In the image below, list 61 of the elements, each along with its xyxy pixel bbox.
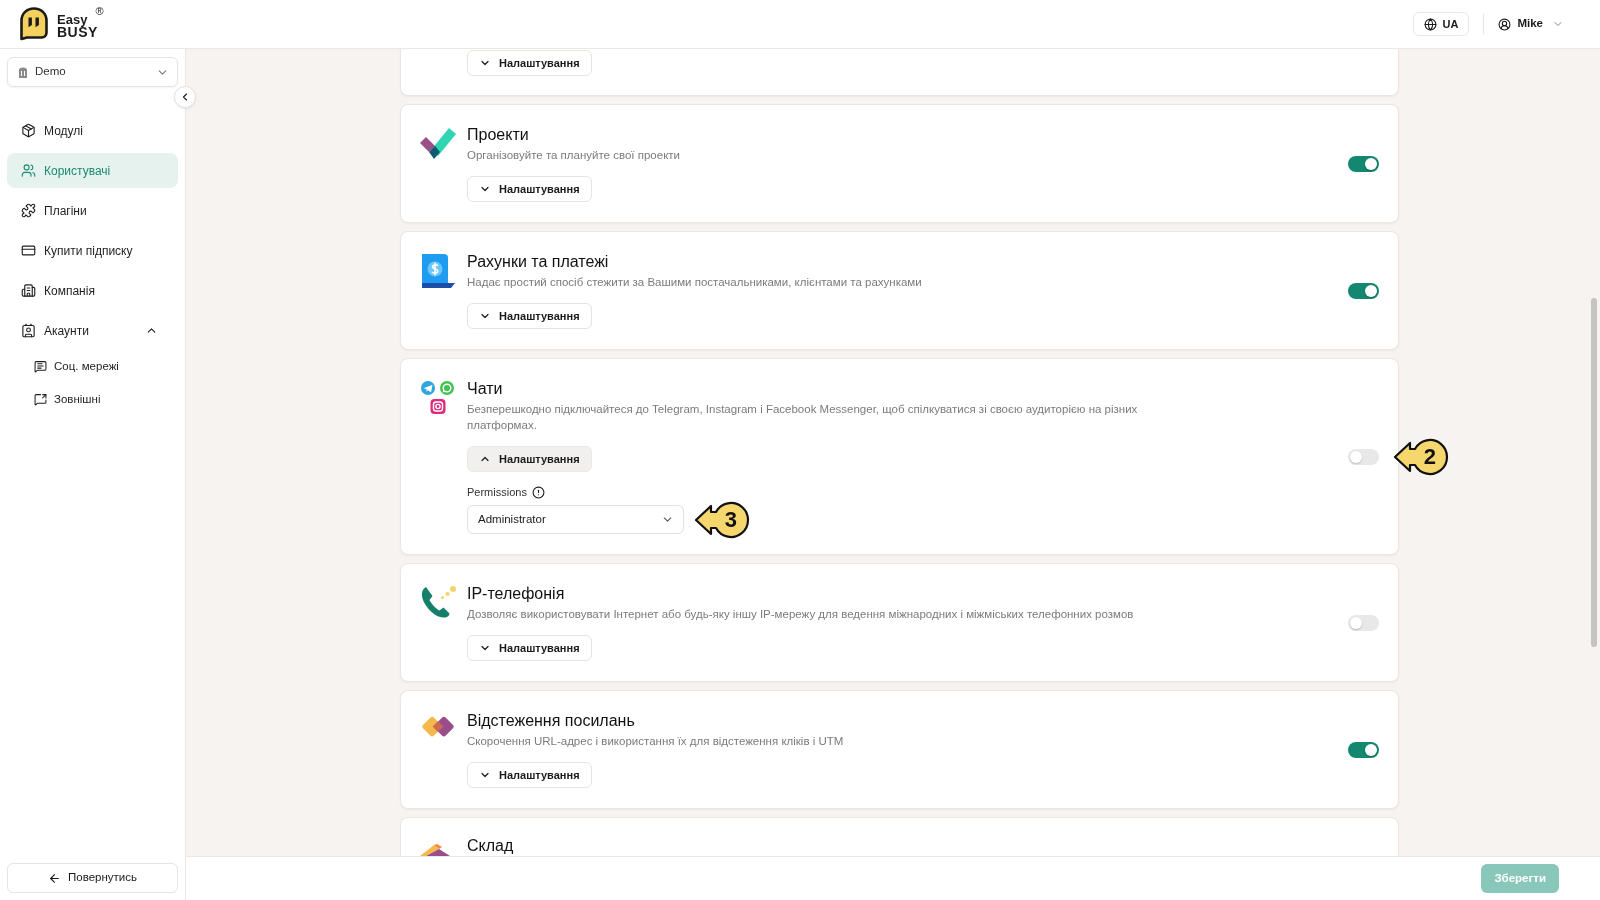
- toggle-switch[interactable]: [1348, 741, 1379, 758]
- logo-text: Easy: [57, 13, 88, 26]
- toggle-switch[interactable]: [1348, 155, 1379, 172]
- card-icon: [21, 243, 36, 258]
- building-icon: [21, 283, 36, 298]
- module-title: Чати: [467, 379, 503, 399]
- step-callout: 3: [694, 500, 750, 539]
- scrollbar-thumb[interactable]: [1591, 298, 1597, 647]
- module-title: IP-телефонія: [467, 584, 565, 604]
- messenger-apps-icon: [420, 381, 456, 414]
- globe-icon: [1423, 17, 1437, 31]
- module-description: Організовуйте та плануйте свої проекти: [467, 148, 680, 163]
- toggle-switch[interactable]: [1348, 448, 1379, 465]
- toggle-switch[interactable]: [1348, 614, 1379, 631]
- checkmark-icon: [420, 127, 456, 160]
- user-menu-button[interactable]: Mike: [1498, 12, 1564, 36]
- module-description: Скорочення URL-адрес і використання їх для відстеження кліків і UTM: [467, 734, 844, 749]
- user-icon: [1498, 17, 1512, 31]
- field-label: Permissions: [467, 484, 527, 500]
- collapse-sidebar-button[interactable]: [174, 86, 196, 108]
- settings-button[interactable]: Налаштування: [467, 303, 592, 329]
- back-button[interactable]: Повернутись: [7, 863, 178, 893]
- settings-button[interactable]: Налаштування: [467, 762, 592, 788]
- settings-button[interactable]: Налаштування: [467, 635, 592, 661]
- exclamation-icon: [531, 485, 545, 499]
- arrow-left-icon: [48, 871, 61, 885]
- workspace-select[interactable]: Demo: [7, 57, 178, 87]
- dollar-document-icon: [421, 254, 455, 288]
- users-icon: [21, 163, 36, 178]
- module-description: Безперешкодно підключайтеся до Telegram, Instagram і Facebook Messenger, щоб спілкуватися зі своєю аудиторією на різних платформах.: [467, 402, 1139, 433]
- nav-item[interactable]: Модулі: [7, 113, 178, 148]
- nav-item[interactable]: Плагіни: [7, 193, 178, 228]
- registered-mark: ®: [95, 5, 104, 17]
- building-icon: [18, 66, 28, 78]
- nav-item[interactable]: Компанія: [7, 273, 178, 308]
- logo-icon: [19, 7, 49, 41]
- chat-share-icon: [34, 393, 47, 406]
- nav-item[interactable]: Купити підписку: [7, 233, 178, 268]
- chat-bubble-icon: [34, 360, 47, 373]
- module-description: Надає простий спосіб стежити за Вашими постачальниками, клієнтами та рахунками: [467, 275, 922, 290]
- nav-item[interactable]: Користувачі: [7, 153, 178, 188]
- step-callout: 2: [1393, 437, 1449, 476]
- nav-subitem[interactable]: Зовнішні: [7, 383, 178, 416]
- module-title: Склад: [467, 836, 514, 856]
- module-title: Проекти: [467, 125, 529, 145]
- settings-button[interactable]: Налаштування: [467, 176, 592, 202]
- layers-icon: [420, 844, 450, 856]
- nav-item[interactable]: Акаунти: [7, 313, 178, 348]
- box-icon: [21, 123, 36, 138]
- nav-subitem[interactable]: Соц. мережі: [7, 350, 178, 383]
- contact-card-icon: [21, 323, 36, 338]
- puzzle-icon: [21, 203, 36, 218]
- module-description: Дозволяє використовувати Інтернет або будь-яку іншу IP-мережу для ведення міжнародних і міжміських телефонних розмов: [467, 607, 1134, 622]
- module-title: Рахунки та платежі: [467, 252, 609, 272]
- settings-button[interactable]: Налаштування: [467, 50, 592, 76]
- phone-icon: [420, 586, 456, 618]
- toggle-switch[interactable]: [1348, 282, 1379, 299]
- permissions-select[interactable]: Administrator: [467, 505, 684, 534]
- settings-button[interactable]: Налаштування: [467, 446, 592, 472]
- language-button[interactable]: UA: [1412, 12, 1470, 36]
- module-title: Відстеження посилань: [467, 711, 635, 731]
